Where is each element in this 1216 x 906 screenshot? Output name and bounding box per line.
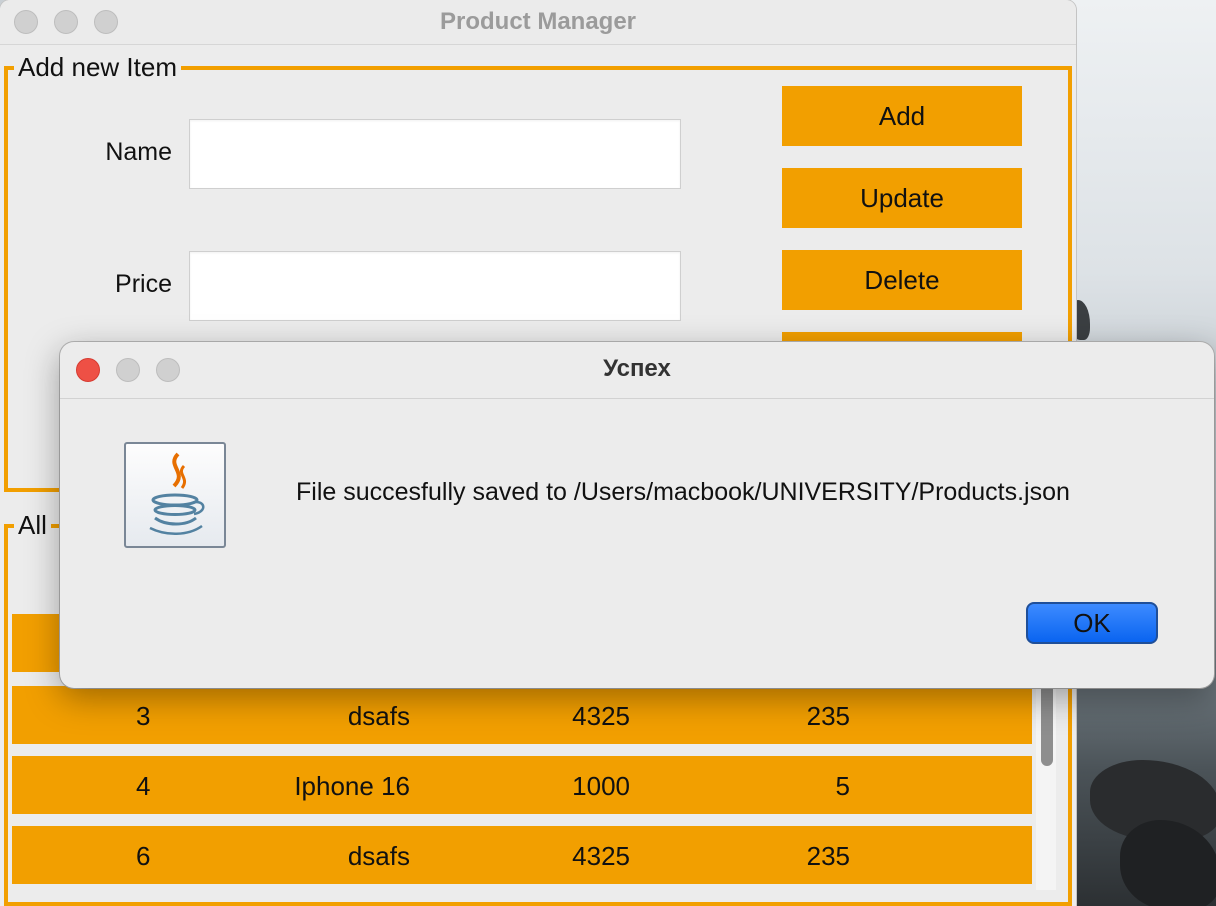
main-titlebar: Product Manager [0,0,1076,45]
cell-qty: 5 [835,771,850,801]
table-row[interactable]: 3 dsafs 4325 235 [12,686,1032,744]
window-title: Product Manager [439,8,637,35]
cell-name: dsafs [347,701,410,731]
dialog-message: File succesfully saved to /Users/macbook… [296,478,1070,506]
dialog-title: Успех [603,355,671,382]
dialog-titlebar: Успех [60,342,1214,399]
cell-price: 4325 [572,841,630,871]
cell-name: Iphone 16 [294,771,410,801]
delete-button[interactable]: Delete [782,250,1022,310]
ok-button[interactable]: OK [1026,602,1158,644]
cell-price: 4325 [572,701,630,731]
name-label: Name [105,138,172,166]
cell-price: 1000 [572,771,630,801]
price-input[interactable] [189,251,681,321]
table-scrollbar-thumb[interactable] [1041,680,1053,766]
cell-id: 3 [136,701,151,731]
cell-id: 6 [136,841,151,871]
table-row[interactable]: 6 dsafs 4325 235 [12,826,1032,884]
cell-qty: 235 [806,701,850,731]
cell-id: 4 [136,771,151,801]
cell-qty: 235 [806,841,850,871]
add-item-legend: Add new Item [14,52,181,83]
add-button[interactable]: Add [782,86,1022,146]
cell-name: dsafs [347,841,410,871]
name-input[interactable] [189,119,681,189]
update-button[interactable]: Update [782,168,1022,228]
table-row[interactable]: 4 Iphone 16 1000 5 [12,756,1032,814]
price-label: Price [115,270,172,298]
java-icon [124,442,226,548]
success-dialog: Успех File succesfully saved to /Users/m… [60,342,1214,688]
all-items-legend: All [14,510,51,541]
